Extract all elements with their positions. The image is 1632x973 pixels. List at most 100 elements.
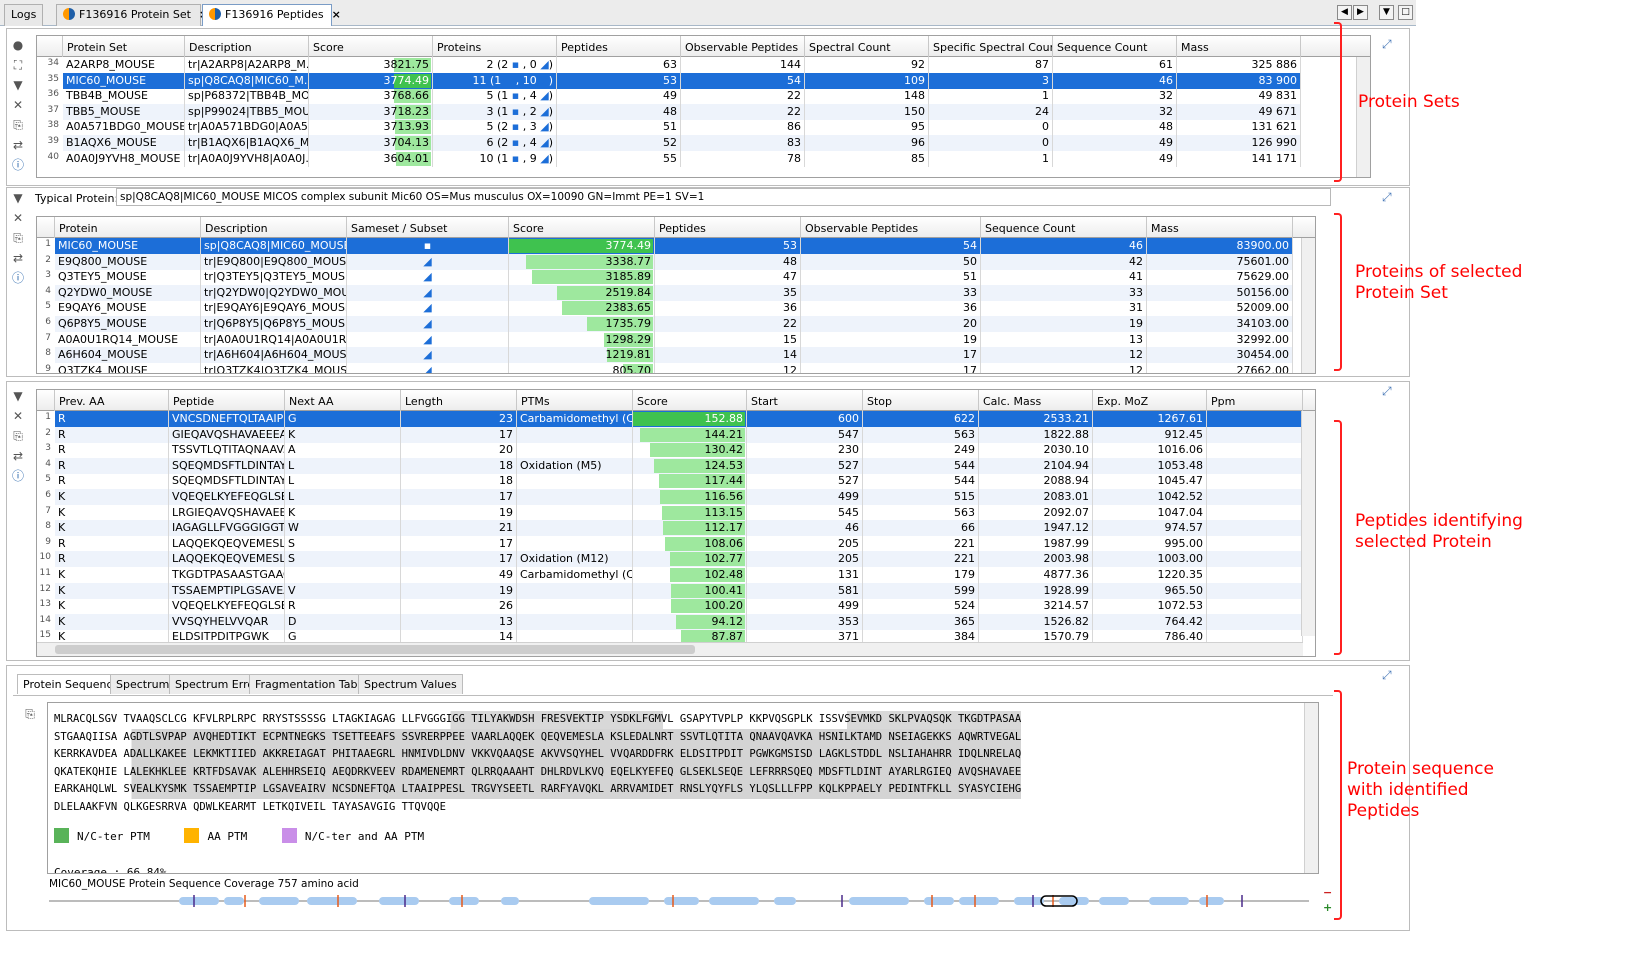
tab-fragmentation-table[interactable]: Fragmentation Table [249,674,374,694]
dropdown-icon[interactable]: ▼ [1379,5,1394,20]
column-header[interactable]: Length [401,390,517,411]
column-header[interactable]: Mass [1177,36,1301,57]
column-header[interactable]: Peptides [557,36,681,57]
circle-icon[interactable]: ● [10,37,26,53]
tab-protein-set[interactable]: F136916 Protein Set× [56,4,208,26]
column-header[interactable]: Stop [863,390,979,411]
table-row[interactable]: 13 K VQEQELKYEFEQGLSE... R 26 100.20 499 524 321… [37,598,1303,615]
export-icon[interactable]: ⎘ [10,428,26,444]
column-header[interactable]: Description [201,217,347,238]
horizontal-scrollbar[interactable] [37,642,1303,656]
column-header[interactable]: Proteins [433,36,557,57]
tab-logs[interactable]: Logs [4,4,44,26]
column-header[interactable]: Prev. AA [55,390,169,411]
column-header[interactable]: PTMs [517,390,633,411]
typical-protein-field[interactable]: sp|Q8CAQ8|MIC60_MOUSE MICOS complex subu… [116,188,1331,206]
tab-peptides[interactable]: F136916 Peptides × [202,4,341,26]
table-row[interactable]: 3 Q3TEY5_MOUSE tr|Q3TEY5|Q3TEY5_MOUSE ... ◢… [37,269,1293,286]
scrollbar[interactable] [1356,57,1370,177]
table-row[interactable]: 7 K LRGIEQAVQSHAVAEE... K 19 113.15 545 563 2092… [37,504,1303,521]
filter-icon[interactable]: ▼ [10,77,26,93]
column-header[interactable]: Protein [55,217,201,238]
table-row[interactable]: 9 Q3TZK4_MOUSE tr|Q3TZK4|Q3TZK4_MOUSE ... ◢… [37,362,1293,373]
maximize-icon[interactable]: □ [1398,5,1413,20]
expand-icon[interactable]: ⤢ [1382,668,1392,683]
table-row[interactable]: 8 A6H604_MOUSE tr|A6H604|A6H604_MOUSE ... ◢… [37,347,1293,364]
table-row[interactable]: 5R SQEQMDSFTLDINTAYARL 18 117.44 527 544 2088.… [37,473,1303,490]
table-row[interactable]: 36 TBB4B_MOUSE sp|P68372|TBB4B_MO... 3768.6… [37,88,1301,105]
expand-icon[interactable]: ⤢ [1382,37,1392,52]
column-header[interactable]: Spectral Count [805,36,929,57]
column-header[interactable]: Score [309,36,433,57]
binoculars-icon[interactable]: ⛶ [10,57,26,73]
table-row[interactable]: 39 B1AQX6_MOUSE tr|B1AQX6|B1AQX6_M... 3704.… [37,135,1301,151]
table-row[interactable]: 14 K VVSQYHELVVQAR D 13 94.12 353 365 1526.82 764… [37,613,1303,630]
column-header[interactable]: Score [633,390,747,411]
scroll-thumb[interactable] [55,645,695,654]
column-header[interactable]: Start [747,390,863,411]
graph-icon[interactable]: ⇄ [10,137,26,153]
table-row[interactable]: 1 R VNCSDNEFTQLTAAIPPE G 23 Carbamidomethyl (… [37,411,1303,427]
column-header[interactable]: Protein Set [63,36,185,57]
column-header[interactable]: Next AA [285,390,401,411]
scroll-left-icon[interactable]: ◀ [1337,5,1352,20]
scroll-right-icon[interactable]: ▶ [1353,5,1368,20]
info-icon[interactable]: ⓘ [10,468,26,484]
column-header[interactable]: Exp. MoZ [1093,390,1207,411]
tab-spectrum[interactable]: Spectrum [110,674,176,694]
tools-icon[interactable]: ✕ [10,210,26,226]
column-header[interactable]: Sequence Count [981,217,1147,238]
table-row[interactable]: 38 A0A571BDG0_MOUSEtr|A0A571BDG0|A0A57...… [37,119,1301,136]
export-icon[interactable]: ⎘ [10,230,26,246]
filter-icon[interactable]: ▼ [10,388,26,404]
column-header[interactable]: Sameset / Subset [347,217,509,238]
tools-icon[interactable]: ✕ [10,408,26,424]
table-row[interactable]: 6 K VQEQELKYEFEQGLSEK L 17 116.56 499 515 2083.0… [37,489,1303,505]
tab-spectrum-values[interactable]: Spectrum Values [358,674,463,694]
column-header[interactable]: Peptides [655,217,801,238]
column-header[interactable]: Score [509,217,655,238]
column-header[interactable]: Sequence Count [1053,36,1177,57]
column-header[interactable]: Specific Spectral Count [929,36,1053,57]
table-row[interactable]: 7 A0A0U1RQ14_MOUSE tr|A0A0U1RQ14|A0A0U1RQ.… [37,331,1293,348]
table-row[interactable]: 1 MIC60_MOUSE sp|Q8CAQ8|MIC60_MOUSE ... ▪ 37… [37,238,1293,254]
graph-icon[interactable]: ⇄ [10,448,26,464]
info-icon[interactable]: ⓘ [10,157,26,173]
zoom-in-icon[interactable]: + [1323,901,1332,914]
graph-icon[interactable]: ⇄ [10,250,26,266]
table-row[interactable]: 34 A2ARP8_MOUSE tr|A2ARP8|A2ARP8_M... 3821.… [37,57,1301,73]
table-row[interactable]: 11 K TKGDTPASAASTGAAQIISS 49 Carbamidomethyl… [37,567,1303,583]
table-row[interactable]: 5 E9QAY6_MOUSE tr|E9QAY6|E9QAY6_MOUSE... ◢ 2… [37,300,1293,317]
column-header[interactable]: Ppm [1207,390,1303,411]
column-header[interactable]: Calc. Mass [979,390,1093,411]
table-row[interactable]: 10 R LAQQEKQEQVEMESLAK S 17 Oxidation (M12) 10… [37,551,1303,568]
filter-icon[interactable]: ▼ [10,190,26,206]
table-row[interactable]: 12 K TSSAEMPTIPLGSAVEAIR V 19 100.41 581 599 192… [37,582,1303,599]
expand-icon[interactable]: ⤢ [1382,384,1392,399]
zoom-out-icon[interactable]: − [1323,886,1332,899]
table-row[interactable]: 40 A0A0J9YVH8_MOUSE tr|A0A0J9YVH8|A0A0J...… [37,150,1301,167]
table-row[interactable]: 37 TBB5_MOUSE sp|P99024|TBB5_MOU... 3718.23… [37,103,1301,120]
info-icon[interactable]: ⓘ [10,270,26,286]
table-row[interactable]: 2 R GIEQAVQSHAVAEEEAR K 17 144.21 547 563 1822.8… [37,426,1303,443]
expand-icon[interactable]: ⤢ [1382,190,1392,205]
scrollbar[interactable] [1304,703,1318,873]
scrollbar[interactable] [1301,411,1315,636]
column-header[interactable]: Observable Peptides [681,36,805,57]
table-row[interactable]: 8K IAGAGLLFVGGGIGGTI...W 21 112.17 46 66 1947.… [37,520,1303,537]
scrollbar[interactable] [1301,238,1315,373]
column-header[interactable]: Observable Peptides [801,217,981,238]
table-row[interactable]: 3 R TSSVTLQTITAQNAAV... A 20 130.42 230 249 2030… [37,442,1303,459]
column-header[interactable]: Mass [1147,217,1293,238]
close-icon[interactable]: × [332,8,341,21]
column-header[interactable]: Peptide [169,390,285,411]
tools-icon[interactable]: ✕ [10,97,26,113]
table-row[interactable]: 6 Q6P8Y5_MOUSE tr|Q6P8Y5|Q6P8Y5_MOUSE ... ◢… [37,316,1293,332]
table-row[interactable]: 4 Q2YDW0_MOUSE tr|Q2YDW0|Q2YDW0_MOUS... ◢ 25… [37,284,1293,301]
table-row[interactable]: 4R SQEQMDSFTLDINTAYARL 18 Oxidation (M5) 124… [37,457,1303,474]
export-icon[interactable]: ⎘ [22,706,38,722]
table-row[interactable]: 9R LAQQEKQEQVEMESLAK S 17 108.06 205 221 1987.9… [37,535,1303,552]
table-row[interactable]: 35 MIC60_MOUSE sp|Q8CAQ8|MIC60_M... 3774.49… [37,72,1301,89]
table-row[interactable]: 2 E9Q800_MOUSE tr|E9Q800|E9Q800_MOUSE ... ◢… [37,253,1293,270]
column-header[interactable]: Description [185,36,309,57]
